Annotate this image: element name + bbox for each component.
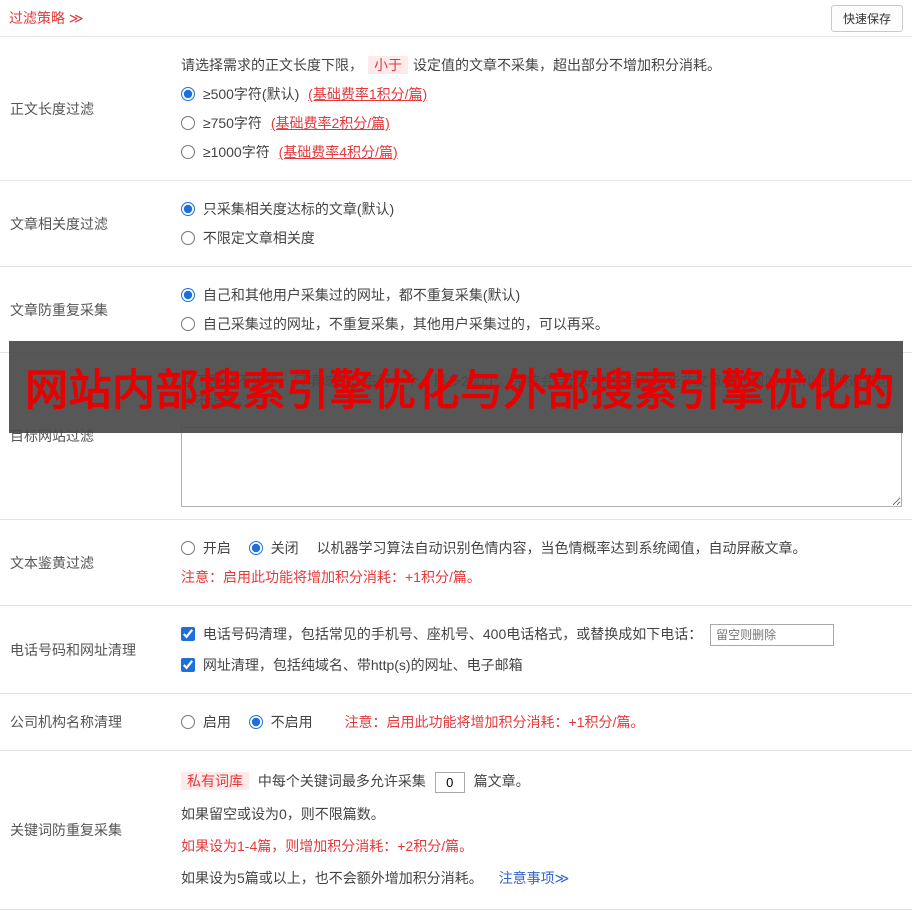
row-relevance-filter: 文章相关度过滤 只采集相关度达标的文章(默认) 不限定文章相关度: [0, 181, 912, 267]
row-company-clean: 公司机构名称清理 启用 不启用 注意：启用此功能将增加积分消耗：+1积分/篇。: [0, 694, 912, 752]
intro-pre: 请选择需求的正文长度下限，: [181, 57, 363, 73]
porn-filter-description: 以机器学习算法自动识别色情内容，当色情概率达到系统阈值，自动屏蔽文章。: [316, 540, 807, 556]
private-lexicon-tag[interactable]: 私有词库: [181, 772, 249, 791]
length-option-1000[interactable]: ≥1000字符 (基础费率4积分/篇): [181, 142, 902, 162]
company-option-off-radio[interactable]: [248, 715, 263, 730]
option-text: 不限定文章相关度: [202, 230, 315, 246]
option-text: 自己采集过的网址，不重复采集，其他用户采集过的，可以再采。: [202, 316, 609, 332]
phone-clean-option[interactable]: 电话号码清理，包括常见的手机号、座机号、400电话格式，或替换成如下电话：: [181, 626, 706, 642]
dedup-filter-label: 文章防重复采集: [10, 301, 108, 318]
relevance-option-strict[interactable]: 只采集相关度达标的文章(默认): [181, 199, 902, 219]
length-option-750-radio[interactable]: [181, 116, 195, 130]
option-text: 自己和其他用户采集过的网址，都不重复采集(默认): [202, 287, 521, 303]
phone-clean-checkbox[interactable]: [181, 627, 195, 641]
company-option-on-radio[interactable]: [181, 715, 195, 730]
option-text: 网址清理，包括纯域名、带http(s)的网址、电子邮箱: [202, 657, 523, 674]
option-text: 只采集相关度达标的文章(默认): [202, 201, 395, 217]
length-filter-intro: 请选择需求的正文长度下限， 小于 设定值的文章不采集，超出部分不增加积分消耗。: [181, 55, 902, 75]
option-text: 启用: [202, 714, 231, 731]
option-text: ≥750字符: [202, 115, 262, 131]
company-option-off[interactable]: 不启用: [248, 714, 317, 731]
keyword-count-input[interactable]: [434, 772, 465, 794]
url-clean-option[interactable]: 网址清理，包括纯域名、带http(s)的网址、电子邮箱: [181, 657, 523, 673]
option-text: 电话号码清理，包括常见的手机号、座机号、400电话格式，或替换成如下电话：: [202, 626, 703, 642]
company-clean-note: 注意：启用此功能将增加积分消耗：+1积分/篇。: [344, 714, 645, 731]
porn-option-on-radio[interactable]: [181, 541, 195, 555]
notes-link[interactable]: 注意事项≫: [499, 870, 570, 886]
row-length-filter: 正文长度过滤 请选择需求的正文长度下限， 小于 设定值的文章不采集，超出部分不增加积…: [0, 37, 912, 181]
porn-filter-note: 注意：启用此功能将增加积分消耗：+1积分/篇。: [181, 569, 481, 585]
porn-filter-label: 文本鉴黄过滤: [10, 554, 94, 571]
relevance-option-any-radio[interactable]: [181, 231, 195, 245]
relevance-filter-label: 文章相关度过滤: [10, 215, 108, 232]
keyword-dedup-line4: 如果设为5篇或以上，也不会额外增加积分消耗。: [181, 870, 483, 887]
length-option-500[interactable]: ≥500字符(默认) (基础费率1积分/篇): [181, 84, 902, 104]
row-keyword-dedup: 关键词防重复采集 私有词库 中每个关键词最多允许采集 篇文章。 如果留空或设为0…: [0, 751, 912, 910]
relevance-option-strict-radio[interactable]: [181, 202, 195, 216]
row-phone-url-clean: 电话号码和网址清理 电话号码清理，包括常见的手机号、座机号、400电话格式，或替…: [0, 606, 912, 695]
quick-save-button[interactable]: 快速保存: [830, 4, 903, 32]
intro-highlight: 小于: [368, 56, 408, 74]
porn-option-on[interactable]: 开启: [181, 540, 235, 556]
length-option-500-radio[interactable]: [181, 87, 195, 101]
porn-option-off-radio[interactable]: [248, 541, 263, 555]
page-header: 过滤策略 ≫ 快速保存: [0, 0, 912, 37]
keyword-dedup-line2: 如果留空或设为0，则不限篇数。: [181, 806, 385, 823]
url-clean-checkbox[interactable]: [181, 658, 195, 673]
company-clean-label: 公司机构名称清理: [10, 714, 122, 731]
row-porn-filter: 文本鉴黄过滤 开启 关闭 以机器学习算法自动识别色情内容，当色情概率达到系统阈值…: [0, 520, 912, 606]
option-rate-note: (基础费率2积分/篇): [270, 115, 390, 131]
keyword-limit-text: 中每个关键词最多允许采集: [257, 773, 426, 790]
option-text: ≥1000字符: [202, 144, 270, 160]
dedup-option-self[interactable]: 自己采集过的网址，不重复采集，其他用户采集过的，可以再采。: [181, 314, 902, 334]
relevance-option-any[interactable]: 不限定文章相关度: [181, 228, 902, 248]
option-rate-note: (基础费率4积分/篇): [278, 144, 398, 160]
option-text: 开启: [202, 540, 231, 556]
blocked-sites-textarea[interactable]: [181, 427, 902, 507]
length-option-750[interactable]: ≥750字符 (基础费率2积分/篇): [181, 113, 902, 133]
watermark-text: 网站内部搜索引擎优化与外部搜索引擎优化的: [25, 367, 895, 415]
dedup-option-global-radio[interactable]: [181, 288, 195, 302]
dedup-option-self-radio[interactable]: [181, 317, 195, 331]
option-text: ≥500字符(默认): [202, 86, 300, 102]
keyword-dedup-label: 关键词防重复采集: [10, 822, 122, 839]
watermark-overlay: 网站内部搜索引擎优化与外部搜索引擎优化的: [9, 341, 903, 433]
length-option-1000-radio[interactable]: [181, 145, 195, 159]
option-text: 关闭: [270, 540, 299, 556]
page-title[interactable]: 过滤策略 ≫: [9, 8, 84, 28]
keyword-dedup-line3: 如果设为1-4篇，则增加积分消耗：+2积分/篇。: [181, 838, 474, 855]
option-rate-note: (基础费率1积分/篇): [308, 86, 428, 102]
dedup-option-global[interactable]: 自己和其他用户采集过的网址，都不重复采集(默认): [181, 285, 902, 305]
company-option-on[interactable]: 启用: [181, 714, 235, 730]
replacement-phone-input[interactable]: [710, 624, 835, 647]
option-text: 不启用: [270, 714, 313, 731]
length-filter-label: 正文长度过滤: [10, 100, 94, 117]
keyword-limit-suffix: 篇文章。: [473, 773, 530, 790]
phone-url-clean-label: 电话号码和网址清理: [10, 641, 136, 658]
intro-post: 设定值的文章不采集，超出部分不增加积分消耗。: [413, 57, 721, 73]
porn-option-off[interactable]: 关闭: [248, 540, 303, 556]
